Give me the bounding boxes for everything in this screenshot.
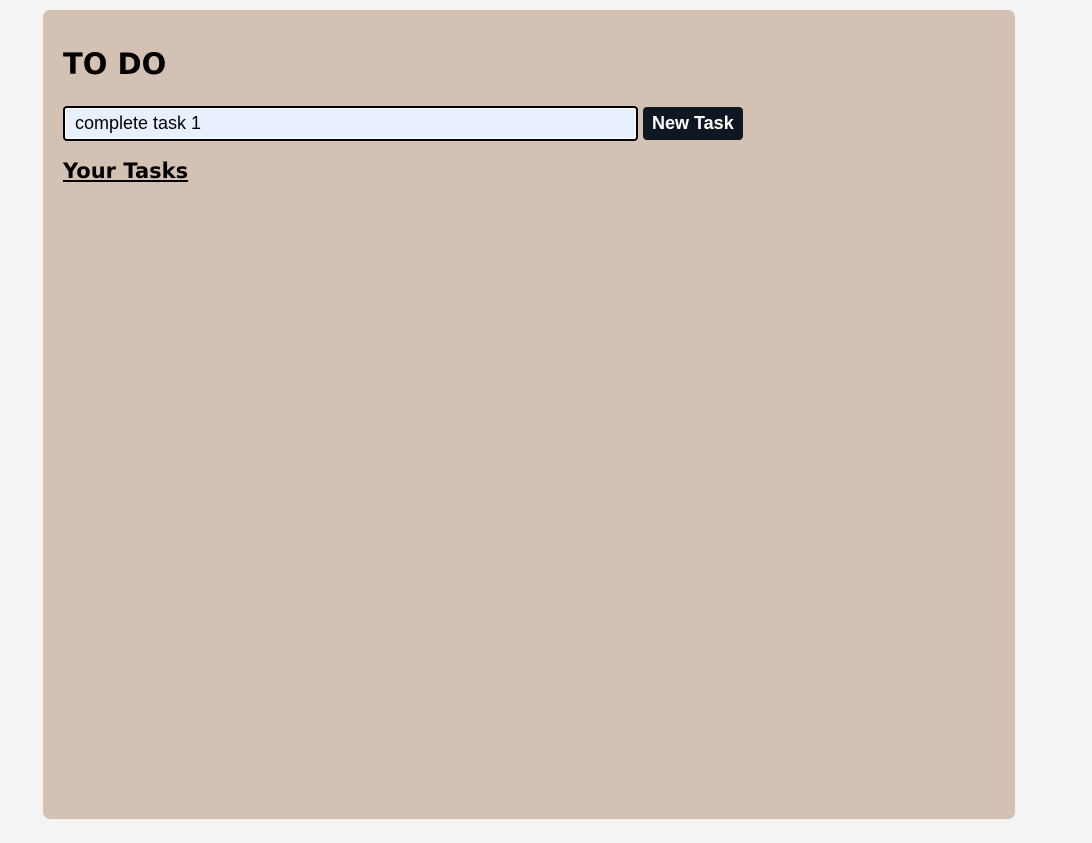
task-input[interactable] (63, 106, 638, 141)
new-task-form: New Task (63, 106, 743, 141)
todo-card: TO DO New Task Your Tasks (43, 10, 1015, 819)
new-task-button[interactable]: New Task (643, 107, 743, 140)
page-title: TO DO (63, 47, 167, 81)
your-tasks-heading: Your Tasks (63, 159, 189, 183)
